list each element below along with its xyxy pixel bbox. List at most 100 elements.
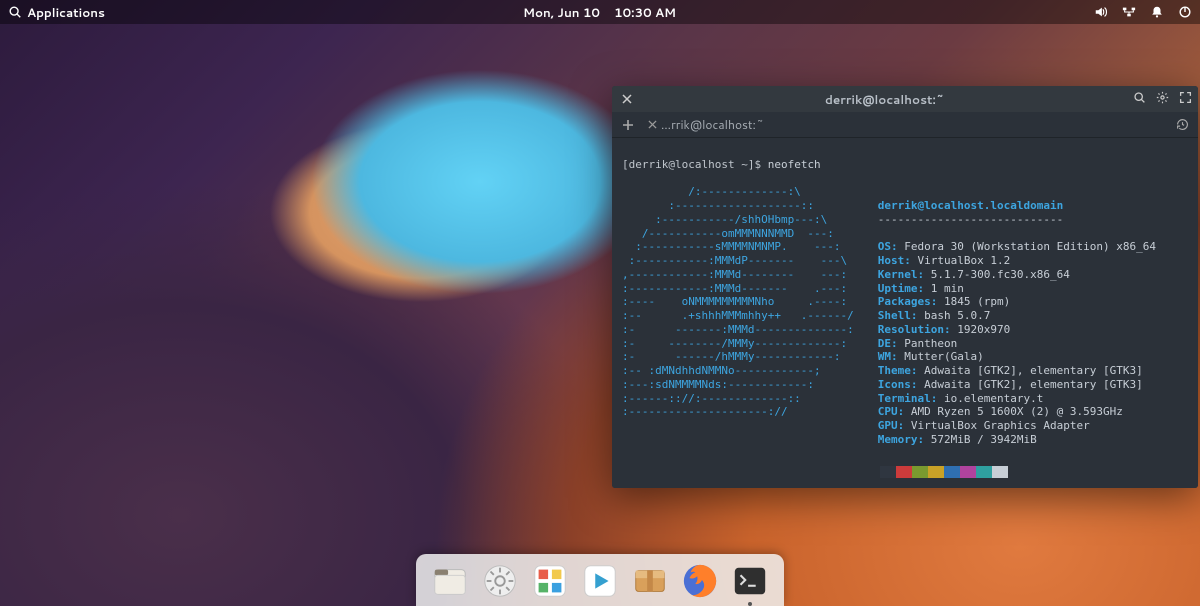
- dock-item-terminal[interactable]: [730, 561, 770, 601]
- dock-item-files[interactable]: [430, 561, 470, 601]
- neofetch-value: Fedora 30 (Workstation Edition) x86_64: [904, 240, 1156, 253]
- session-indicator[interactable]: [1178, 5, 1192, 19]
- neofetch-value: AMD Ryzen 5 1600X (2) @ 3.593GHz: [911, 405, 1123, 418]
- neofetch-label: Terminal:: [878, 392, 944, 405]
- neofetch-value: Pantheon: [904, 337, 957, 350]
- dock: [416, 554, 784, 606]
- neofetch-label: OS:: [878, 240, 905, 253]
- panel-date[interactable]: Mon, Jun 10: [523, 4, 600, 21]
- new-tab-button[interactable]: [618, 115, 638, 135]
- palette-swatch: [896, 466, 912, 478]
- neofetch-info-row: Kernel: 5.1.7-300.fc30.x86_64: [878, 268, 1156, 282]
- terminal-tabbar: …rrik@localhost:~: [612, 112, 1198, 138]
- system-settings-icon: [481, 562, 519, 600]
- tab-history-button[interactable]: [1172, 115, 1192, 135]
- music-icon: [581, 562, 619, 600]
- sound-indicator[interactable]: [1094, 5, 1108, 19]
- neofetch-info-row: Resolution: 1920x970: [878, 323, 1156, 337]
- neofetch-info-row: GPU: VirtualBox Graphics Adapter: [878, 419, 1156, 433]
- neofetch-info-row: Uptime: 1 min: [878, 282, 1156, 296]
- dock-item-music[interactable]: [580, 561, 620, 601]
- terminal-titlebar[interactable]: derrik@localhost:~: [612, 86, 1198, 112]
- neofetch-value: 1845 (rpm): [944, 295, 1010, 308]
- neofetch-label: Shell:: [878, 309, 924, 322]
- palette-swatch: [880, 466, 896, 478]
- firefox-icon: [681, 562, 719, 600]
- neofetch-info-row: OS: Fedora 30 (Workstation Edition) x86_…: [878, 240, 1156, 254]
- window-close-button[interactable]: [618, 90, 636, 108]
- palette-swatch: [928, 466, 944, 478]
- neofetch-info: derrik@localhost.localdomain -----------…: [878, 185, 1156, 488]
- network-icon: [1122, 5, 1136, 19]
- neofetch-info-row: Terminal: io.elementary.t: [878, 392, 1156, 406]
- gear-icon: [1156, 91, 1169, 104]
- neofetch-label: Memory:: [878, 433, 931, 446]
- neofetch-value: Adwaita [GTK2], elementary [GTK3]: [924, 364, 1143, 377]
- palette-swatch: [912, 466, 928, 478]
- neofetch-label: CPU:: [878, 405, 911, 418]
- terminal-icon: [731, 562, 769, 600]
- neofetch-value: Adwaita [GTK2], elementary [GTK3]: [924, 378, 1143, 391]
- neofetch-label: Theme:: [878, 364, 924, 377]
- palette-swatch: [976, 466, 992, 478]
- neofetch-value: VirtualBox 1.2: [918, 254, 1011, 267]
- neofetch-info-row: Icons: Adwaita [GTK2], elementary [GTK3]: [878, 378, 1156, 392]
- command-text: neofetch: [768, 158, 821, 171]
- bell-icon: [1150, 5, 1164, 19]
- neofetch-label: WM:: [878, 350, 905, 363]
- neofetch-label: Icons:: [878, 378, 924, 391]
- volume-icon: [1094, 5, 1108, 19]
- neofetch-value: 1 min: [931, 282, 964, 295]
- shell-prompt: [derrik@localhost ~]$: [622, 158, 761, 171]
- files-icon: [431, 562, 469, 600]
- neofetch-separator: ----------------------------: [878, 213, 1156, 227]
- neofetch-info-row: DE: Pantheon: [878, 337, 1156, 351]
- terminal-menu-button[interactable]: [1156, 91, 1169, 108]
- neofetch-label: Host:: [878, 254, 918, 267]
- neofetch-info-row: Packages: 1845 (rpm): [878, 295, 1156, 309]
- neofetch-info-row: Shell: bash 5.0.7: [878, 309, 1156, 323]
- applications-menu[interactable]: Applications: [8, 4, 105, 21]
- dock-item-firefox[interactable]: [680, 561, 720, 601]
- terminal-search-button[interactable]: [1133, 91, 1146, 108]
- history-icon: [1176, 118, 1189, 131]
- neofetch-label: GPU:: [878, 419, 911, 432]
- network-indicator[interactable]: [1122, 5, 1136, 19]
- window-maximize-button[interactable]: [1179, 91, 1192, 108]
- neofetch-value: io.elementary.t: [944, 392, 1043, 405]
- neofetch-info-row: WM: Mutter(Gala): [878, 350, 1156, 364]
- power-icon: [1178, 5, 1192, 19]
- dock-item-system-settings[interactable]: [480, 561, 520, 601]
- dock-item-appcenter[interactable]: [530, 561, 570, 601]
- terminal-output[interactable]: [derrik@localhost ~]$ neofetch /:-------…: [612, 138, 1198, 488]
- neofetch-label: Uptime:: [878, 282, 931, 295]
- palette-swatch: [960, 466, 976, 478]
- terminal-tab-label: …rrik@localhost:~: [661, 116, 764, 133]
- neofetch-info-row: Theme: Adwaita [GTK2], elementary [GTK3]: [878, 364, 1156, 378]
- neofetch-label: DE:: [878, 337, 905, 350]
- neofetch-label: Resolution:: [878, 323, 957, 336]
- panel-time[interactable]: 10:30 AM: [614, 4, 676, 21]
- close-icon: [622, 94, 632, 104]
- neofetch-info-row: CPU: AMD Ryzen 5 1600X (2) @ 3.593GHz: [878, 405, 1156, 419]
- dock-item-software[interactable]: [630, 561, 670, 601]
- notifications-indicator[interactable]: [1150, 5, 1164, 19]
- neofetch-value: VirtualBox Graphics Adapter: [911, 419, 1090, 432]
- applications-label: Applications: [27, 4, 105, 21]
- neofetch-value: Mutter(Gala): [904, 350, 983, 363]
- search-icon: [8, 5, 22, 19]
- neofetch-ascii: /:-------------:\ :-------------------::…: [622, 185, 854, 419]
- plus-icon: [622, 119, 634, 131]
- color-palette: [880, 466, 1156, 478]
- neofetch-info-row: Host: VirtualBox 1.2: [878, 254, 1156, 268]
- appcenter-icon: [531, 562, 569, 600]
- close-icon[interactable]: [648, 120, 657, 129]
- dock-running-indicator: [748, 602, 752, 606]
- terminal-tab[interactable]: …rrik@localhost:~: [644, 116, 768, 133]
- terminal-window[interactable]: derrik@localhost:~ …rrik@localhost:~ [de…: [612, 86, 1198, 488]
- neofetch-info-row: Memory: 572MiB / 3942MiB: [878, 433, 1156, 447]
- palette-swatch: [944, 466, 960, 478]
- maximize-icon: [1179, 91, 1192, 104]
- search-icon: [1133, 91, 1146, 104]
- neofetch-header: derrik@localhost.localdomain: [878, 199, 1063, 212]
